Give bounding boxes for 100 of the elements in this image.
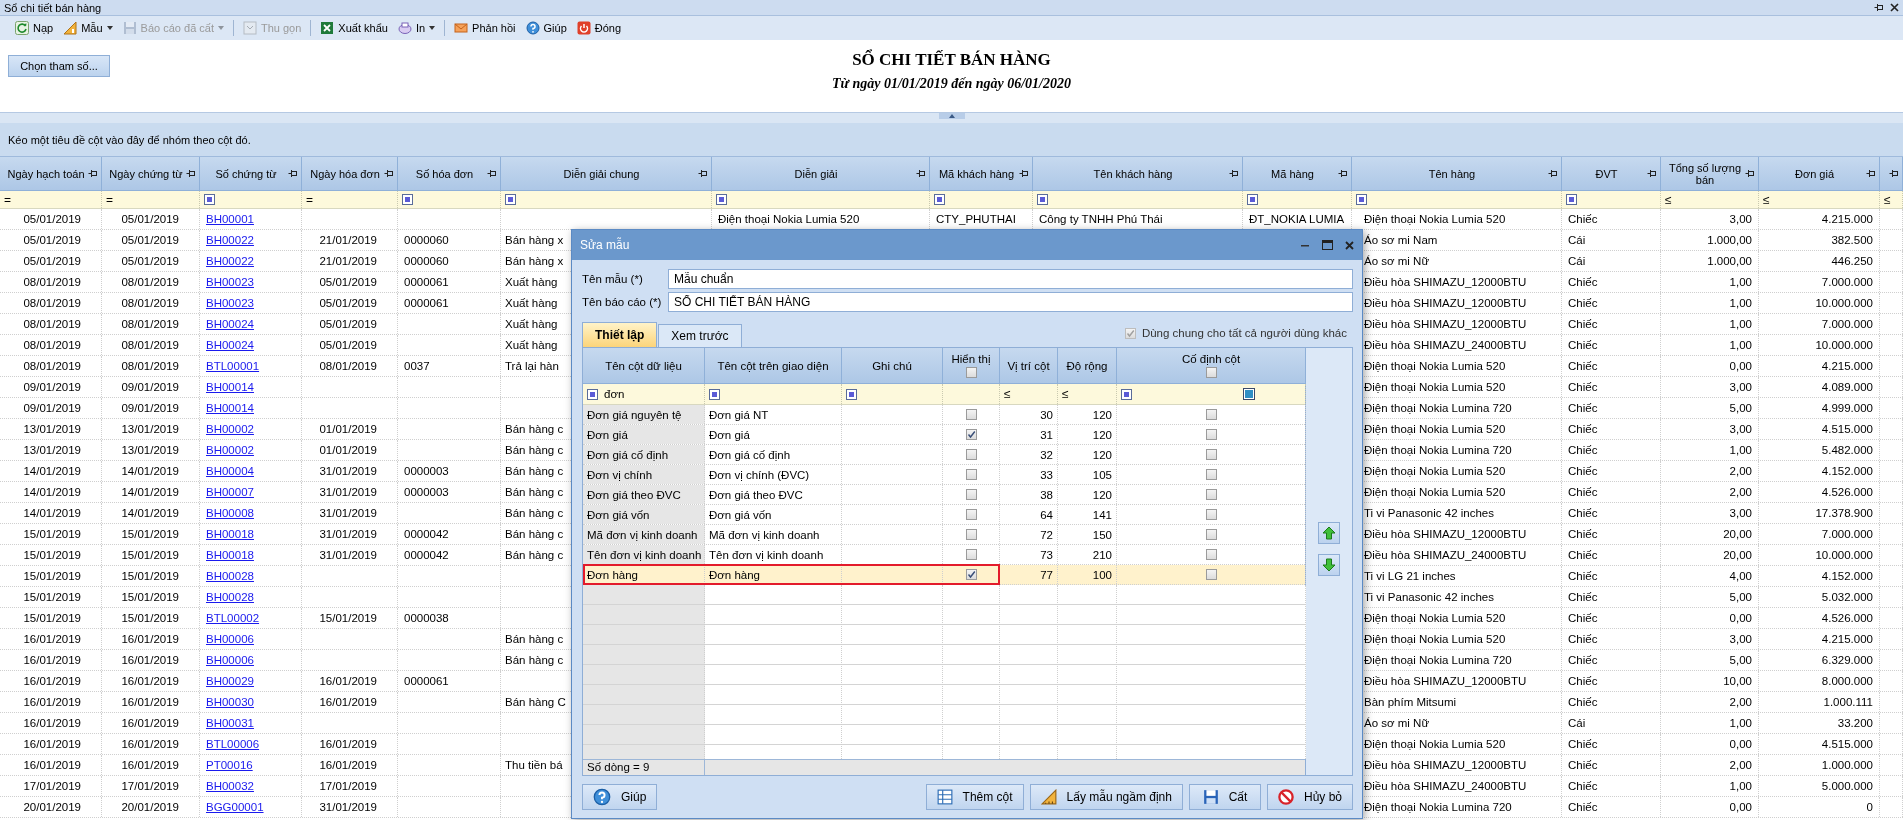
filter-operator[interactable]: ≤ bbox=[1004, 388, 1011, 400]
column-header[interactable]: Hiển thị bbox=[943, 348, 1000, 384]
parameters-button[interactable]: Chọn tham số... bbox=[8, 55, 110, 77]
column-header[interactable]: Diễn giải bbox=[712, 157, 930, 191]
column-header[interactable]: Diễn giải chung bbox=[501, 157, 712, 191]
document-link[interactable]: BH00014 bbox=[206, 402, 254, 414]
document-link[interactable]: BH00006 bbox=[206, 654, 254, 666]
column-header[interactable]: Ghi chú bbox=[842, 348, 943, 384]
document-link[interactable]: BH00022 bbox=[206, 255, 254, 267]
document-link[interactable]: BH00028 bbox=[206, 591, 254, 603]
checkbox[interactable] bbox=[965, 489, 977, 500]
toolbar-button[interactable]: Nạp bbox=[12, 18, 57, 38]
toolbar-button[interactable]: Phản hồi bbox=[451, 18, 519, 38]
document-link[interactable]: BH00029 bbox=[206, 675, 254, 687]
column-header[interactable]: Tên khách hàng bbox=[1033, 157, 1243, 191]
column-header[interactable]: Tên hàng bbox=[1352, 157, 1562, 191]
filter-value[interactable]: đơn bbox=[604, 388, 625, 400]
document-link[interactable]: BH00007 bbox=[206, 486, 254, 498]
checkbox[interactable] bbox=[1205, 509, 1217, 520]
document-link[interactable]: BH00024 bbox=[206, 339, 254, 351]
checkbox[interactable] bbox=[965, 569, 977, 580]
filter-operator[interactable]: ≤ bbox=[1884, 193, 1891, 206]
toolbar-button[interactable]: Giúp bbox=[522, 18, 570, 38]
dialog-button[interactable]: Thêm cột bbox=[925, 784, 1024, 810]
column-header[interactable]: Độ rộng bbox=[1058, 348, 1117, 384]
column-header[interactable]: Số hóa đơn bbox=[398, 157, 501, 191]
toolbar-button[interactable]: Đóng bbox=[573, 18, 625, 38]
header-checkbox[interactable] bbox=[965, 367, 977, 378]
document-link[interactable]: BH00032 bbox=[206, 780, 254, 792]
column-header[interactable]: Cố định cột bbox=[1117, 348, 1306, 384]
column-header[interactable]: Tên cột dữ liệu bbox=[583, 348, 705, 384]
filter-operator[interactable]: ≤ bbox=[1763, 193, 1770, 206]
document-link[interactable]: BH00030 bbox=[206, 696, 254, 708]
document-link[interactable]: BH00014 bbox=[206, 381, 254, 393]
filter-operator[interactable]: = bbox=[4, 193, 11, 206]
checkbox[interactable] bbox=[965, 549, 977, 560]
document-link[interactable]: BH00018 bbox=[206, 528, 254, 540]
checkbox[interactable] bbox=[965, 449, 977, 460]
column-header[interactable]: Ngày hạch toán bbox=[0, 157, 102, 191]
column-header[interactable] bbox=[1880, 157, 1903, 191]
document-link[interactable]: BH00001 bbox=[206, 213, 254, 225]
document-link[interactable]: BH00006 bbox=[206, 633, 254, 645]
document-link[interactable]: BH00028 bbox=[206, 570, 254, 582]
column-header[interactable]: Ngày chứng từ bbox=[102, 157, 200, 191]
checkbox[interactable] bbox=[965, 469, 977, 480]
column-header[interactable]: Ngày hóa đơn bbox=[302, 157, 398, 191]
column-header[interactable]: Mã khách hàng bbox=[930, 157, 1033, 191]
document-link[interactable]: BH00022 bbox=[206, 234, 254, 246]
tab[interactable]: Thiết lập bbox=[582, 322, 658, 347]
move-down-button[interactable] bbox=[1318, 554, 1340, 576]
column-header[interactable]: Số chứng từ bbox=[200, 157, 302, 191]
document-link[interactable]: BH00002 bbox=[206, 423, 254, 435]
column-header[interactable]: Đơn giá bbox=[1759, 157, 1880, 191]
checkbox[interactable] bbox=[1205, 549, 1217, 560]
document-link[interactable]: BH00023 bbox=[206, 297, 254, 309]
checkbox[interactable] bbox=[965, 409, 977, 420]
document-link[interactable]: PT00016 bbox=[206, 759, 253, 771]
checkbox[interactable] bbox=[1205, 429, 1217, 440]
checkbox[interactable] bbox=[1205, 569, 1217, 580]
checkbox[interactable] bbox=[1205, 409, 1217, 420]
tab[interactable]: Xem trước bbox=[658, 324, 742, 347]
column-header[interactable]: Vị trí cột bbox=[1000, 348, 1058, 384]
checkbox[interactable] bbox=[965, 529, 977, 540]
header-checkbox[interactable] bbox=[1205, 367, 1217, 378]
toolbar-button[interactable]: Mẫu bbox=[60, 18, 116, 38]
filter-operator[interactable]: = bbox=[106, 193, 113, 206]
toolbar-button[interactable]: Xuất khẩu bbox=[317, 18, 391, 38]
document-link[interactable]: BH00008 bbox=[206, 507, 254, 519]
dialog-button[interactable]: Lấy mẫu ngầm định bbox=[1029, 784, 1183, 810]
document-link[interactable]: BTL00001 bbox=[206, 360, 260, 372]
document-link[interactable]: BH00024 bbox=[206, 318, 254, 330]
document-link[interactable]: BH00018 bbox=[206, 549, 254, 561]
document-link[interactable]: BH00023 bbox=[206, 276, 254, 288]
checkbox[interactable] bbox=[1205, 469, 1217, 480]
document-link[interactable]: BH00004 bbox=[206, 465, 254, 477]
dialog-button[interactable]: Giúp bbox=[582, 784, 658, 810]
checkbox[interactable] bbox=[965, 429, 977, 440]
dialog-button[interactable]: Cất bbox=[1188, 784, 1261, 810]
column-header[interactable]: Mã hàng bbox=[1243, 157, 1352, 191]
checkbox[interactable] bbox=[1205, 489, 1217, 500]
checkbox[interactable] bbox=[1205, 529, 1217, 540]
toolbar-button[interactable]: In bbox=[394, 18, 439, 38]
input-field[interactable]: Mẫu chuẩn bbox=[668, 269, 1353, 289]
filter-operator[interactable]: = bbox=[306, 193, 313, 206]
document-link[interactable]: BGG00001 bbox=[206, 801, 264, 813]
checkbox[interactable] bbox=[1205, 449, 1217, 460]
document-link[interactable]: BTL00006 bbox=[206, 738, 260, 750]
document-link[interactable]: BTL00002 bbox=[206, 612, 260, 624]
move-up-button[interactable] bbox=[1318, 522, 1340, 544]
filter-operator[interactable]: ≤ bbox=[1665, 193, 1672, 206]
document-link[interactable]: BH00031 bbox=[206, 717, 254, 729]
dialog-button[interactable]: Hủy bỏ bbox=[1266, 784, 1353, 810]
filter-operator[interactable]: ≤ bbox=[1062, 388, 1069, 400]
column-header[interactable]: Tổng số lượng bán bbox=[1661, 157, 1759, 191]
checkbox[interactable] bbox=[965, 509, 977, 520]
input-field[interactable]: SỔ CHI TIẾT BÁN HÀNG bbox=[668, 292, 1353, 312]
pin-icon bbox=[384, 168, 394, 179]
document-link[interactable]: BH00002 bbox=[206, 444, 254, 456]
column-header[interactable]: ĐVT bbox=[1562, 157, 1661, 191]
column-header[interactable]: Tên cột trên giao diện bbox=[705, 348, 842, 384]
